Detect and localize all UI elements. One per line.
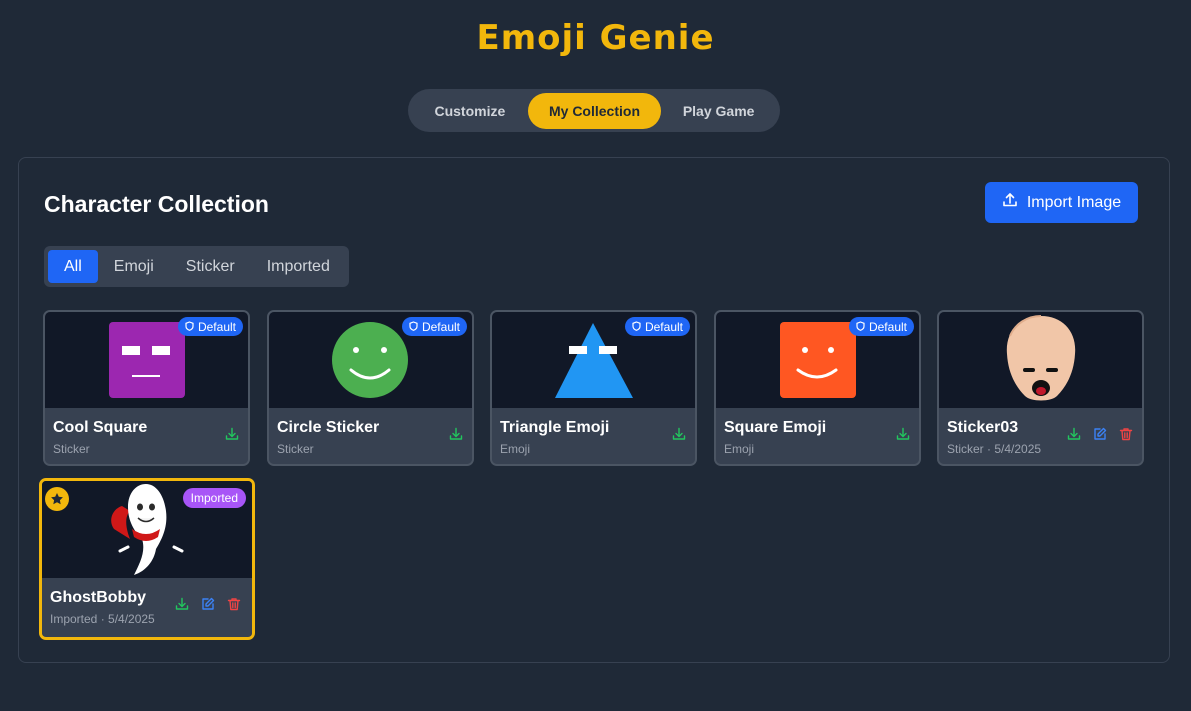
import-image-label: Import Image	[1026, 193, 1122, 211]
collection-panel: Character Collection Import Image All Em…	[18, 157, 1170, 663]
tab-play-game[interactable]: Play Game	[661, 93, 776, 129]
filter-sticker[interactable]: Sticker	[170, 250, 251, 283]
character-card-ghostbobby[interactable]: Imported GhostBobby Imported · 5/4/2025	[39, 478, 255, 640]
default-badge: Default	[848, 317, 914, 336]
shield-icon	[632, 320, 641, 334]
filter-all[interactable]: All	[48, 250, 98, 283]
main-tab-bar: Customize My Collection Play Game	[408, 89, 780, 132]
default-badge: Default	[401, 317, 467, 336]
tab-my-collection[interactable]: My Collection	[527, 92, 662, 129]
card-subtitle: Sticker · 5/4/2025	[947, 442, 1042, 456]
download-icon[interactable]	[448, 426, 464, 442]
favorite-star-icon[interactable]	[45, 487, 69, 511]
trash-icon[interactable]	[226, 596, 242, 612]
edit-icon[interactable]	[200, 596, 216, 612]
card-image: Default	[269, 312, 472, 408]
card-image: Default	[716, 312, 919, 408]
card-name: Triangle Emoji	[500, 419, 610, 436]
character-card-cool-square[interactable]: Default Cool Square Sticker	[43, 310, 250, 466]
card-subtitle: Emoji	[500, 442, 531, 456]
card-subtitle: Emoji	[724, 442, 755, 456]
shield-icon	[185, 320, 194, 334]
card-name: GhostBobby	[50, 589, 146, 606]
card-name: Square Emoji	[724, 419, 827, 436]
collection-title: Character Collection	[44, 191, 269, 217]
download-icon[interactable]	[671, 426, 687, 442]
card-subtitle: Sticker	[277, 442, 314, 456]
card-image: Default	[492, 312, 695, 408]
card-image	[939, 312, 1142, 408]
filter-emoji[interactable]: Emoji	[98, 250, 170, 283]
filter-imported[interactable]: Imported	[251, 250, 346, 283]
character-card-triangle-emoji[interactable]: Default Triangle Emoji Emoji	[490, 310, 697, 466]
default-badge: Default	[177, 317, 243, 336]
edit-icon[interactable]	[1092, 426, 1108, 442]
download-icon[interactable]	[895, 426, 911, 442]
shield-icon	[856, 320, 865, 334]
card-image: Imported	[42, 481, 252, 578]
filter-tabs: All Emoji Sticker Imported	[44, 246, 349, 287]
card-name: Circle Sticker	[277, 419, 380, 436]
app-title: Emoji Genie	[476, 18, 715, 58]
card-name: Cool Square	[53, 419, 148, 436]
tab-customize[interactable]: Customize	[412, 93, 528, 129]
card-subtitle: Sticker	[53, 442, 90, 456]
download-icon[interactable]	[174, 596, 190, 612]
trash-icon[interactable]	[1118, 426, 1134, 442]
character-card-sticker03[interactable]: Sticker03 Sticker · 5/4/2025	[937, 310, 1144, 466]
imported-badge: Imported	[182, 488, 246, 508]
download-icon[interactable]	[224, 426, 240, 442]
card-name: Sticker03	[947, 419, 1019, 436]
card-subtitle: Imported · 5/4/2025	[50, 612, 155, 626]
character-card-circle-sticker[interactable]: Default Circle Sticker Sticker	[267, 310, 474, 466]
upload-icon	[1002, 192, 1018, 213]
shield-icon	[409, 320, 418, 334]
character-card-square-emoji[interactable]: Default Square Emoji Emoji	[714, 310, 921, 466]
card-image: Default	[45, 312, 248, 408]
bald-head-face-icon	[1006, 315, 1076, 401]
download-icon[interactable]	[1066, 426, 1082, 442]
default-badge: Default	[624, 317, 690, 336]
import-image-button[interactable]: Import Image	[985, 182, 1138, 223]
